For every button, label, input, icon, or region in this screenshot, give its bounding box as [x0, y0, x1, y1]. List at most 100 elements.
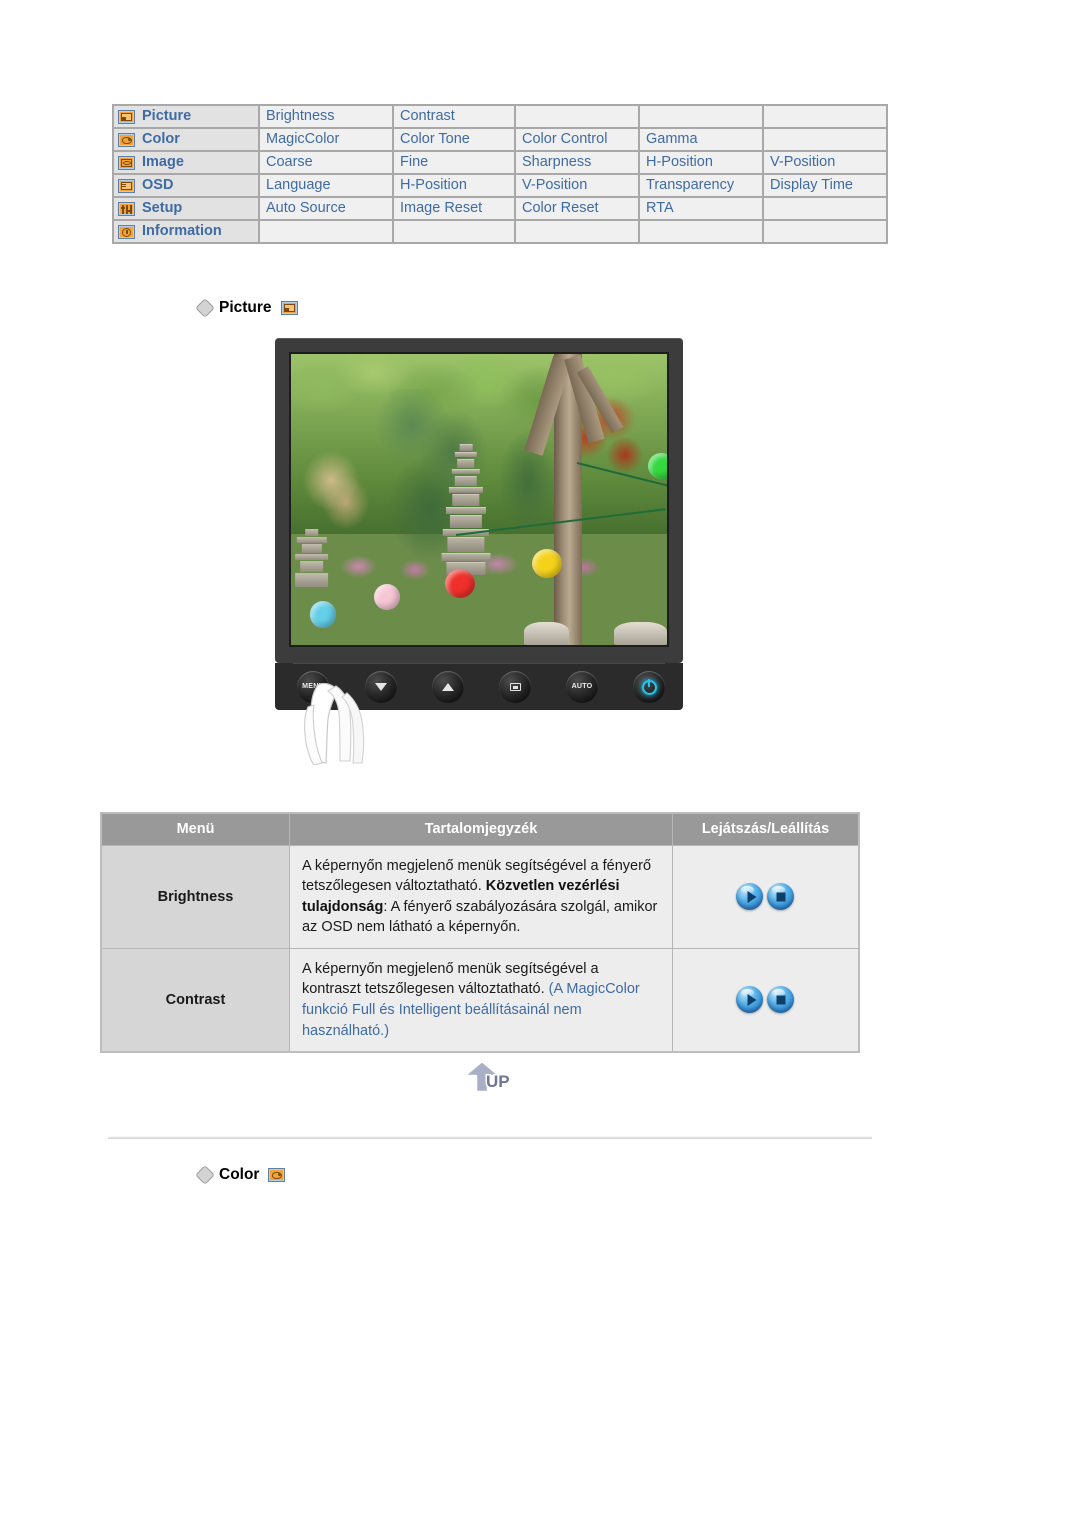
nav-item-fine[interactable]: Fine — [394, 152, 514, 173]
table-row: Contrast A képernyőn megjelenő menük seg… — [100, 947, 860, 1053]
table-header-row: Menü Tartalomjegyzék Lejátszás/Leállítás — [100, 812, 860, 846]
garden-scene-image — [291, 354, 667, 645]
information-icon — [118, 224, 135, 239]
osd-menu-map-table: Picture Brightness Contrast Color MagicC… — [112, 104, 888, 244]
section-title: Picture — [219, 299, 272, 316]
section-heading-color: Color — [195, 1165, 286, 1185]
nav-item-empty — [516, 221, 638, 242]
auto-button-label: AUTO — [571, 682, 593, 691]
osd-icon — [118, 178, 135, 193]
brightness-button[interactable] — [432, 671, 464, 703]
nav-item-coarse[interactable]: Coarse — [260, 152, 392, 173]
nav-category-information[interactable]: Information — [114, 221, 258, 242]
color-icon — [118, 132, 135, 147]
nav-item-magiccolor[interactable]: MagicColor — [260, 129, 392, 150]
up-button-label: UP — [485, 1071, 512, 1093]
hand-pointer-illustration — [304, 683, 365, 765]
power-button[interactable] — [633, 671, 665, 703]
nav-item-display-time[interactable]: Display Time — [764, 175, 886, 196]
play-icon[interactable] — [736, 986, 764, 1014]
nav-item-empty — [764, 106, 886, 127]
picture-icon — [280, 301, 298, 315]
image-icon — [118, 155, 135, 170]
nav-item-empty — [764, 221, 886, 242]
playstop-brightness — [671, 844, 860, 949]
section-divider — [108, 1136, 872, 1139]
nav-item-empty — [516, 106, 638, 127]
chevron-down-icon — [375, 683, 387, 691]
source-icon — [509, 683, 521, 691]
play-icon[interactable] — [736, 883, 764, 911]
nav-category-label: Image — [142, 154, 184, 170]
nav-category-label: Setup — [142, 200, 183, 216]
nav-item-empty — [764, 129, 886, 150]
note-close-paren: ) — [384, 1022, 390, 1039]
nav-item-color-control[interactable]: Color Control — [516, 129, 638, 150]
lantern-yellow — [531, 548, 562, 579]
nav-item-gamma[interactable]: Gamma — [640, 129, 762, 150]
section-heading-picture: Picture — [195, 298, 298, 318]
nav-item-empty — [394, 221, 514, 242]
setup-icon — [118, 201, 135, 216]
nav-item-empty — [260, 221, 392, 242]
monitor-screen — [289, 352, 669, 647]
table-row: Color MagicColor Color Tone Color Contro… — [114, 129, 886, 150]
nav-item-contrast[interactable]: Contrast — [394, 106, 514, 127]
nav-item-empty — [640, 106, 762, 127]
stop-icon[interactable] — [767, 883, 795, 911]
monitor-illustration: MENU AUTO — [275, 338, 683, 710]
nav-category-label: OSD — [142, 177, 174, 193]
source-button[interactable] — [499, 671, 531, 703]
nav-category-label: Color — [142, 131, 180, 147]
nav-item-empty — [764, 198, 886, 219]
nav-item-empty — [640, 221, 762, 242]
lantern-blue — [309, 601, 337, 628]
monitor-bezel — [275, 338, 683, 663]
table-row: Picture Brightness Contrast — [114, 106, 886, 127]
nav-item-brightness[interactable]: Brightness — [260, 106, 392, 127]
table-row: Information — [114, 221, 886, 242]
small-pagoda-shape — [294, 528, 329, 587]
table-row: Image Coarse Fine Sharpness H-Position V… — [114, 152, 886, 173]
nav-category-osd[interactable]: OSD — [114, 175, 258, 196]
lantern-green — [648, 452, 667, 480]
nav-category-label: Information — [142, 223, 222, 239]
nav-item-v-position[interactable]: V-Position — [516, 175, 638, 196]
auto-button[interactable]: AUTO — [566, 671, 598, 703]
nav-category-label: Picture — [142, 108, 192, 124]
nav-category-image[interactable]: Image — [114, 152, 258, 173]
description-contrast: A képernyőn megjelenő menük segítségével… — [288, 947, 673, 1053]
menu-name-brightness: Brightness — [100, 844, 290, 949]
nav-item-h-position[interactable]: H-Position — [394, 175, 514, 196]
nav-category-picture[interactable]: Picture — [114, 106, 258, 127]
up-button[interactable]: UP — [458, 1058, 530, 1098]
nav-item-h-position[interactable]: H-Position — [640, 152, 762, 173]
table-row: Setup Auto Source Image Reset Color Rese… — [114, 198, 886, 219]
nav-item-sharpness[interactable]: Sharpness — [516, 152, 638, 173]
nav-item-color-reset[interactable]: Color Reset — [516, 198, 638, 219]
nav-item-rta[interactable]: RTA — [640, 198, 762, 219]
pagoda-shape — [441, 444, 491, 576]
table-row: Brightness A képernyőn megjelenő menük s… — [100, 844, 860, 949]
picture-icon — [118, 109, 135, 124]
nav-item-auto-source[interactable]: Auto Source — [260, 198, 392, 219]
stop-icon[interactable] — [767, 986, 795, 1014]
menu-name-contrast: Contrast — [100, 947, 290, 1053]
bullet-icon — [195, 298, 215, 318]
column-header-menu: Menü — [100, 812, 290, 846]
nav-category-color[interactable]: Color — [114, 129, 258, 150]
nav-item-transparency[interactable]: Transparency — [640, 175, 762, 196]
rock — [524, 621, 570, 645]
lantern-pink — [373, 583, 401, 611]
column-header-playstop: Lejátszás/Leállítás — [671, 812, 860, 846]
section-title: Color — [219, 1166, 260, 1183]
nav-category-setup[interactable]: Setup — [114, 198, 258, 219]
description-brightness: A képernyőn megjelenő menük segítségével… — [288, 844, 673, 949]
nav-item-language[interactable]: Language — [260, 175, 392, 196]
bullet-icon — [195, 1165, 215, 1185]
nav-item-image-reset[interactable]: Image Reset — [394, 198, 514, 219]
rock — [614, 621, 667, 645]
nav-item-color-tone[interactable]: Color Tone — [394, 129, 514, 150]
nav-item-v-position[interactable]: V-Position — [764, 152, 886, 173]
feature-description-table: Menü Tartalomjegyzék Lejátszás/Leállítás… — [100, 812, 860, 1054]
